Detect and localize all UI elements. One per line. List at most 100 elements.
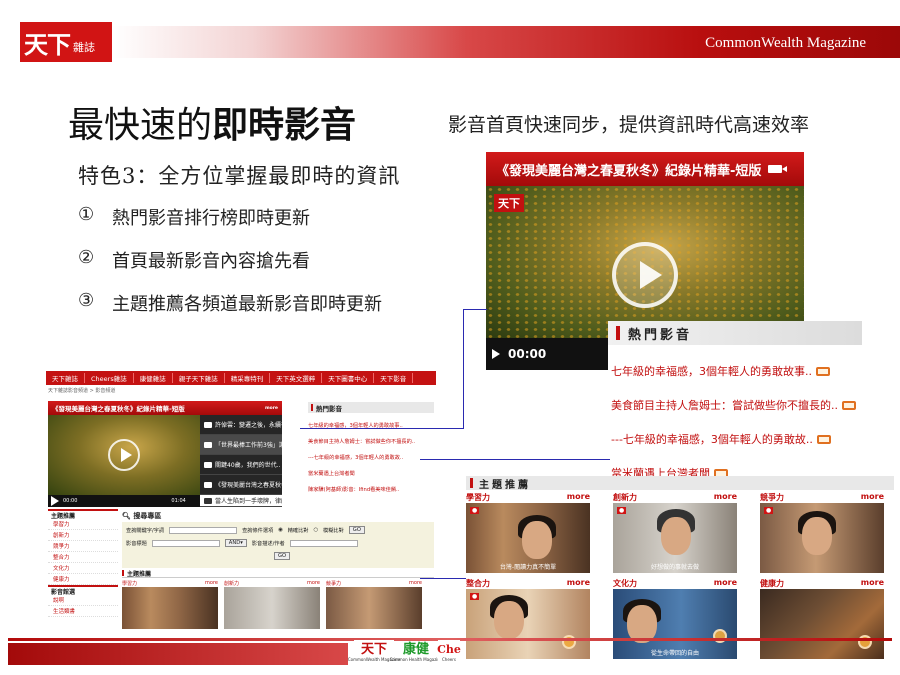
nav-item[interactable]: 康健雜誌: [134, 373, 173, 383]
feature-number: ③: [78, 290, 95, 311]
site-video-list-item[interactable]: 許倬雲：變遷之後，永續有份..: [200, 415, 282, 435]
sidebar-item[interactable]: 創新力: [48, 530, 118, 541]
theme-card[interactable]: 學習力 more ● 台灣-閱讀力真不簡單: [466, 492, 590, 573]
nav-item[interactable]: 天下圖書中心: [322, 373, 375, 383]
control-play-icon[interactable]: [51, 496, 59, 506]
site-video-time: 00:00: [63, 498, 78, 504]
connector-line: [300, 428, 464, 429]
fuzzy-radio[interactable]: ○: [314, 527, 319, 533]
theme-card[interactable]: 創新力 more ● 好想做的事就去做: [613, 492, 737, 573]
play-button[interactable]: [612, 242, 678, 308]
slide-headline: 最快速的即時影音: [68, 96, 356, 148]
theme-heading: 主題推薦: [466, 476, 894, 491]
site-theme-card[interactable]: 學習力 more: [122, 580, 218, 629]
search-label: 影音描述/作者: [251, 540, 285, 547]
site-video-list-text: 許倬雲：變遷之後，永續有份..: [215, 422, 282, 429]
search-label: 查詢關鍵字/字詞: [126, 527, 165, 534]
search-go-button[interactable]: GO: [348, 526, 365, 534]
site-theme-more[interactable]: more: [409, 580, 422, 587]
theme-card[interactable]: 競爭力 more ●: [760, 492, 884, 573]
play-icon: [640, 261, 662, 289]
theme-more-link[interactable]: more: [714, 578, 737, 589]
magazine-name: CommonWealth Magazine: [705, 35, 866, 51]
theme-label: 健康力: [760, 579, 784, 588]
search-go-button[interactable]: GO: [274, 552, 291, 560]
footer-red-bar: [8, 643, 348, 665]
sidebar-item[interactable]: 學習力: [48, 519, 118, 530]
search-label: 影音標題: [126, 540, 147, 547]
site-hot-link[interactable]: 當米蘭遇上台灣者聞: [308, 470, 434, 477]
hot-video-link[interactable]: ---七年級的幸福感，3個年輕人的勇敢故..: [608, 431, 862, 447]
theme-thumbnail[interactable]: ● 好想做的事就去做: [613, 503, 737, 573]
theme-thumbnail[interactable]: ●: [760, 503, 884, 573]
theme-more-link[interactable]: more: [567, 492, 590, 503]
theme-thumbnail[interactable]: ● 台灣-閱讀力真不簡單: [466, 503, 590, 573]
nav-item[interactable]: 精采專特刊: [225, 373, 271, 383]
logic-select[interactable]: AND ▾: [224, 539, 247, 547]
sidebar-item[interactable]: 整合力: [48, 552, 118, 563]
theme-thumbnail[interactable]: [760, 589, 884, 659]
site-video-list-item[interactable]: 「世界最棒工作前3強」謝昕..: [200, 435, 282, 455]
site-video-list-item[interactable]: 《發現美麗台灣之春夏秋冬》..: [200, 475, 282, 495]
theme-card[interactable]: 健康力 more: [760, 578, 884, 659]
nav-item[interactable]: 天下雜誌: [46, 373, 85, 383]
site-theme-caption: 創新力 more: [224, 580, 320, 587]
theme-label: 競爭力: [760, 493, 784, 502]
footer-logo-sub: Common Health Magazine: [389, 657, 443, 662]
theme-caption: 創新力 more: [613, 492, 737, 503]
hot-video-link[interactable]: 七年級的幸福感，3個年輕人的勇敢故事..: [608, 363, 862, 379]
site-theme-card[interactable]: 創新力 more: [224, 580, 320, 629]
theme-label: 整合力: [466, 579, 490, 588]
sidebar-item[interactable]: 生活類書: [48, 606, 118, 617]
theme-thumbnail[interactable]: 從生命帶回的自由: [613, 589, 737, 659]
site-theme-more[interactable]: more: [205, 580, 218, 587]
sidebar-item[interactable]: 文化力: [48, 563, 118, 574]
site-video-frame[interactable]: [48, 415, 200, 495]
description-input[interactable]: [289, 539, 358, 547]
site-hot-link[interactable]: 美食節目主持人詹姆士：嘗試做些你不擅長的..: [308, 438, 434, 445]
exact-radio[interactable]: ◉: [278, 527, 283, 533]
theme-more-link[interactable]: more: [861, 578, 884, 589]
site-top-nav: 天下雜誌 Cheers雜誌 康健雜誌 親子天下雜誌 精采專特刊 天下英文選粹 天…: [46, 371, 436, 385]
headline-strong: 即時影音: [212, 104, 357, 146]
control-play-icon[interactable]: [492, 349, 500, 359]
site-video-list-item[interactable]: 當人生陷到一手壞牌，律師遇..: [200, 495, 282, 507]
site-hot-link[interactable]: ---七年級的幸福感，3個年輕人的勇敢故..: [308, 454, 434, 461]
site-video-list-text: 「世界最棒工作前3強」謝昕..: [215, 442, 282, 449]
site-video-list-text: 關鍵40歲，我們的世代..: [215, 462, 281, 469]
theme-card[interactable]: 文化力 more 從生命帶回的自由: [613, 578, 737, 659]
site-play-button[interactable]: [108, 439, 140, 471]
nav-item[interactable]: Cheers雜誌: [85, 373, 134, 383]
nav-item[interactable]: 天下影音: [374, 373, 414, 383]
video-frame[interactable]: 天下: [486, 186, 804, 338]
site-hot-link[interactable]: 陳家驊(阿基師)影音：Ifind看美味佳餚..: [308, 486, 434, 493]
title-input[interactable]: [151, 539, 220, 547]
nav-item[interactable]: 親子天下雜誌: [173, 373, 225, 383]
site-video-more-link[interactable]: more: [265, 406, 278, 411]
theme-card[interactable]: 整合力 more ●: [466, 578, 590, 659]
site-theme-more[interactable]: more: [307, 580, 320, 587]
sidebar-item[interactable]: 說啊: [48, 595, 118, 606]
site-theme-thumbnail[interactable]: [326, 587, 422, 629]
nav-item[interactable]: 天下英文選粹: [270, 373, 323, 383]
heading-marker: [616, 326, 620, 340]
site-video-list-item[interactable]: 關鍵40歲，我們的世代..: [200, 455, 282, 475]
theme-more-link[interactable]: more: [567, 578, 590, 589]
site-theme-thumbnail[interactable]: [224, 587, 320, 629]
theme-heading-text: 主題推薦: [479, 479, 531, 491]
theme-thumbnail[interactable]: ●: [466, 589, 590, 659]
channel-badge: ●: [617, 507, 627, 514]
theme-more-link[interactable]: more: [861, 492, 884, 503]
video-title: 《發現美麗台灣之春夏秋冬》紀錄片精華-短版: [496, 163, 762, 179]
theme-caption: 文化力 more: [613, 578, 737, 589]
site-theme-thumbnail[interactable]: [122, 587, 218, 629]
hot-video-link[interactable]: 美食節目主持人詹姆士：嘗試做些你不擅長的..: [608, 397, 862, 413]
theme-more-link[interactable]: more: [714, 492, 737, 503]
sidebar-item[interactable]: 健康力: [48, 574, 118, 585]
search-row: GO: [126, 552, 430, 560]
site-theme-card[interactable]: 競爭力 more: [326, 580, 422, 629]
sidebar-item[interactable]: 競爭力: [48, 541, 118, 552]
tv-icon: [816, 366, 830, 376]
site-theme-row: 學習力 more 創新力 more 競爭力 more: [122, 580, 434, 629]
keyword-input[interactable]: [169, 526, 238, 534]
